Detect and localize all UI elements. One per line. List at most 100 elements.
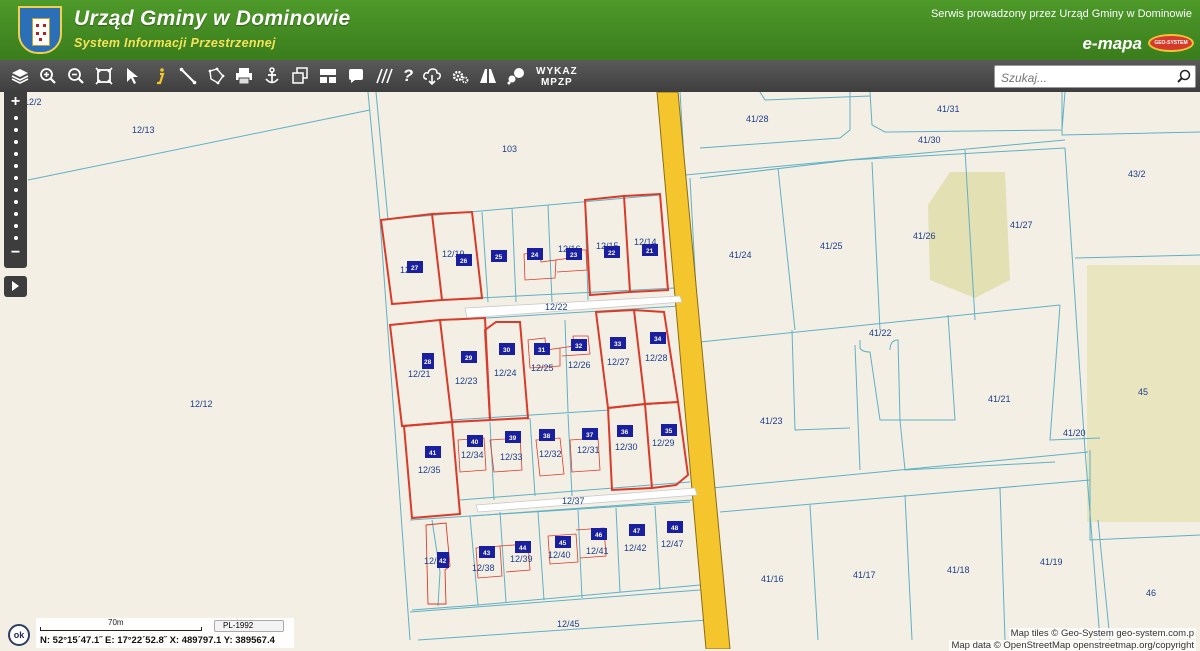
scale-label: 70m bbox=[108, 618, 124, 627]
print-icon[interactable] bbox=[232, 64, 256, 88]
parcel-label: 12/22 bbox=[545, 302, 568, 312]
parcel-label: 41/27 bbox=[1010, 220, 1033, 230]
parcel-label: 12/28 bbox=[645, 353, 668, 363]
parcel-label: 45 bbox=[1138, 387, 1148, 397]
building-number: 37 bbox=[586, 432, 594, 439]
app-header: Urząd Gminy w Dominowie System Informacj… bbox=[0, 0, 1200, 60]
pointer-icon[interactable] bbox=[120, 64, 144, 88]
parcel-label: 12/35 bbox=[418, 465, 441, 475]
parcel-label: 12/34 bbox=[461, 450, 484, 460]
coordinates-readout: N: 52°15´47.1˝ E: 17°22´52.8˝ X: 489797.… bbox=[40, 635, 275, 646]
download-icon[interactable] bbox=[420, 64, 444, 88]
building-number: 43 bbox=[483, 550, 491, 557]
building-number: 24 bbox=[531, 252, 539, 259]
zoom-level-tick[interactable] bbox=[14, 200, 18, 204]
copy-icon[interactable] bbox=[288, 64, 312, 88]
zoom-level-tick[interactable] bbox=[14, 176, 18, 180]
search-input[interactable] bbox=[999, 67, 1173, 88]
settings-icon[interactable] bbox=[448, 64, 472, 88]
crs-select[interactable]: PL-1992 bbox=[214, 620, 284, 632]
zoom-level-tick[interactable] bbox=[14, 116, 18, 120]
parcel-label: 12/26 bbox=[568, 360, 591, 370]
zoom-level-tick[interactable] bbox=[14, 188, 18, 192]
hatch-icon[interactable] bbox=[372, 64, 396, 88]
app-subtitle: System Informacji Przestrzennej bbox=[74, 36, 276, 50]
building-number: 36 bbox=[621, 429, 629, 436]
parcel-label: 12/24 bbox=[494, 368, 517, 378]
help-icon[interactable]: ? bbox=[396, 64, 420, 88]
zoom-level-tick[interactable] bbox=[14, 212, 18, 216]
building-number: 25 bbox=[495, 254, 503, 261]
parcel-label: 41/17 bbox=[853, 570, 876, 580]
building-number: 32 bbox=[575, 343, 583, 350]
zoom-level-tick[interactable] bbox=[14, 140, 18, 144]
parcel-label: 12/37 bbox=[562, 496, 585, 506]
building-number: 26 bbox=[460, 258, 468, 265]
building-number: 35 bbox=[665, 428, 673, 435]
building-number: 22 bbox=[608, 250, 616, 257]
wykaz-label: WYKAZ bbox=[536, 66, 578, 77]
parcel-label: 41/31 bbox=[937, 104, 960, 114]
parcel-label: 12/41 bbox=[586, 546, 609, 556]
building-number: 40 bbox=[471, 439, 479, 446]
zoom-level-tick[interactable] bbox=[14, 236, 18, 240]
coat-of-arms-logo bbox=[18, 6, 62, 54]
parcel-label: 12/13 bbox=[132, 125, 155, 135]
building-number: 33 bbox=[614, 341, 622, 348]
zoom-level-tick[interactable] bbox=[14, 152, 18, 156]
zoom-out-button[interactable]: − bbox=[4, 244, 27, 262]
parcel-label: 41/21 bbox=[988, 394, 1011, 404]
chat-icon[interactable] bbox=[504, 64, 528, 88]
parcel-label: 12/23 bbox=[455, 376, 478, 386]
parcel-label: 41/26 bbox=[913, 231, 936, 241]
building-number: 42 bbox=[439, 558, 447, 565]
measure-area-icon[interactable] bbox=[204, 64, 228, 88]
parcel-label: 41/22 bbox=[869, 328, 892, 338]
layers-icon[interactable] bbox=[8, 64, 32, 88]
map-canvas[interactable]: 12/2 12/13 103 12/12 12/19 12/16 12/15 1… bbox=[0, 92, 1200, 649]
parcel-label: 12/47 bbox=[661, 539, 684, 549]
search-icon[interactable] bbox=[1177, 69, 1191, 88]
expand-panel-button[interactable] bbox=[4, 276, 27, 297]
measure-distance-icon[interactable] bbox=[176, 64, 200, 88]
parcel-label: 12/21 bbox=[408, 369, 431, 379]
zoom-in-button[interactable]: + bbox=[4, 93, 27, 111]
parcel-label: 12/29 bbox=[652, 438, 675, 448]
zoom-level-tick[interactable] bbox=[14, 224, 18, 228]
parcel-label: 12/38 bbox=[472, 563, 495, 573]
road-icon[interactable] bbox=[476, 64, 500, 88]
parcel-label: 12/33 bbox=[500, 452, 523, 462]
zoom-out-icon[interactable] bbox=[64, 64, 88, 88]
building-number: 23 bbox=[570, 252, 578, 259]
building-number: 41 bbox=[429, 450, 437, 457]
ok-button[interactable]: ok bbox=[8, 624, 30, 646]
zoom-level-tick[interactable] bbox=[14, 164, 18, 168]
anchor-icon[interactable] bbox=[260, 64, 284, 88]
zoom-extent-icon[interactable] bbox=[92, 64, 116, 88]
building-number: 48 bbox=[671, 525, 679, 532]
zoom-in-icon[interactable] bbox=[36, 64, 60, 88]
parcel-label: 12/32 bbox=[539, 449, 562, 459]
wykaz-mpzp-button[interactable]: WYKAZ MPZP bbox=[536, 66, 578, 88]
search-box bbox=[994, 65, 1196, 88]
parcel-label: 12/42 bbox=[624, 543, 647, 553]
data-attribution[interactable]: Map data © OpenStreetMap openstreetmap.o… bbox=[949, 640, 1196, 651]
building-number: 29 bbox=[465, 355, 473, 362]
scale-bar bbox=[40, 627, 202, 631]
building-number: 39 bbox=[509, 435, 517, 442]
zoom-slider[interactable]: + − bbox=[4, 92, 27, 268]
play-arrow-icon bbox=[12, 281, 19, 291]
scale-panel: 70m PL-1992 N: 52°15´47.1˝ E: 17°22´52.8… bbox=[36, 618, 294, 648]
tiles-attribution[interactable]: Map tiles © Geo-System geo-system.com.p bbox=[1008, 628, 1196, 639]
comment-icon[interactable] bbox=[344, 64, 368, 88]
building-number: 44 bbox=[519, 545, 527, 552]
brand-name[interactable]: e-mapa bbox=[1082, 34, 1142, 54]
info-icon[interactable] bbox=[148, 64, 172, 88]
building-number: 38 bbox=[543, 433, 551, 440]
parcel-label: 41/23 bbox=[760, 416, 783, 426]
parcel-label: 12/45 bbox=[557, 619, 580, 629]
parcel-label: 12/40 bbox=[548, 550, 571, 560]
geo-system-logo[interactable]: GEO-SYSTEM bbox=[1148, 34, 1194, 52]
zoom-level-tick[interactable] bbox=[14, 128, 18, 132]
layout-icon[interactable] bbox=[316, 64, 340, 88]
